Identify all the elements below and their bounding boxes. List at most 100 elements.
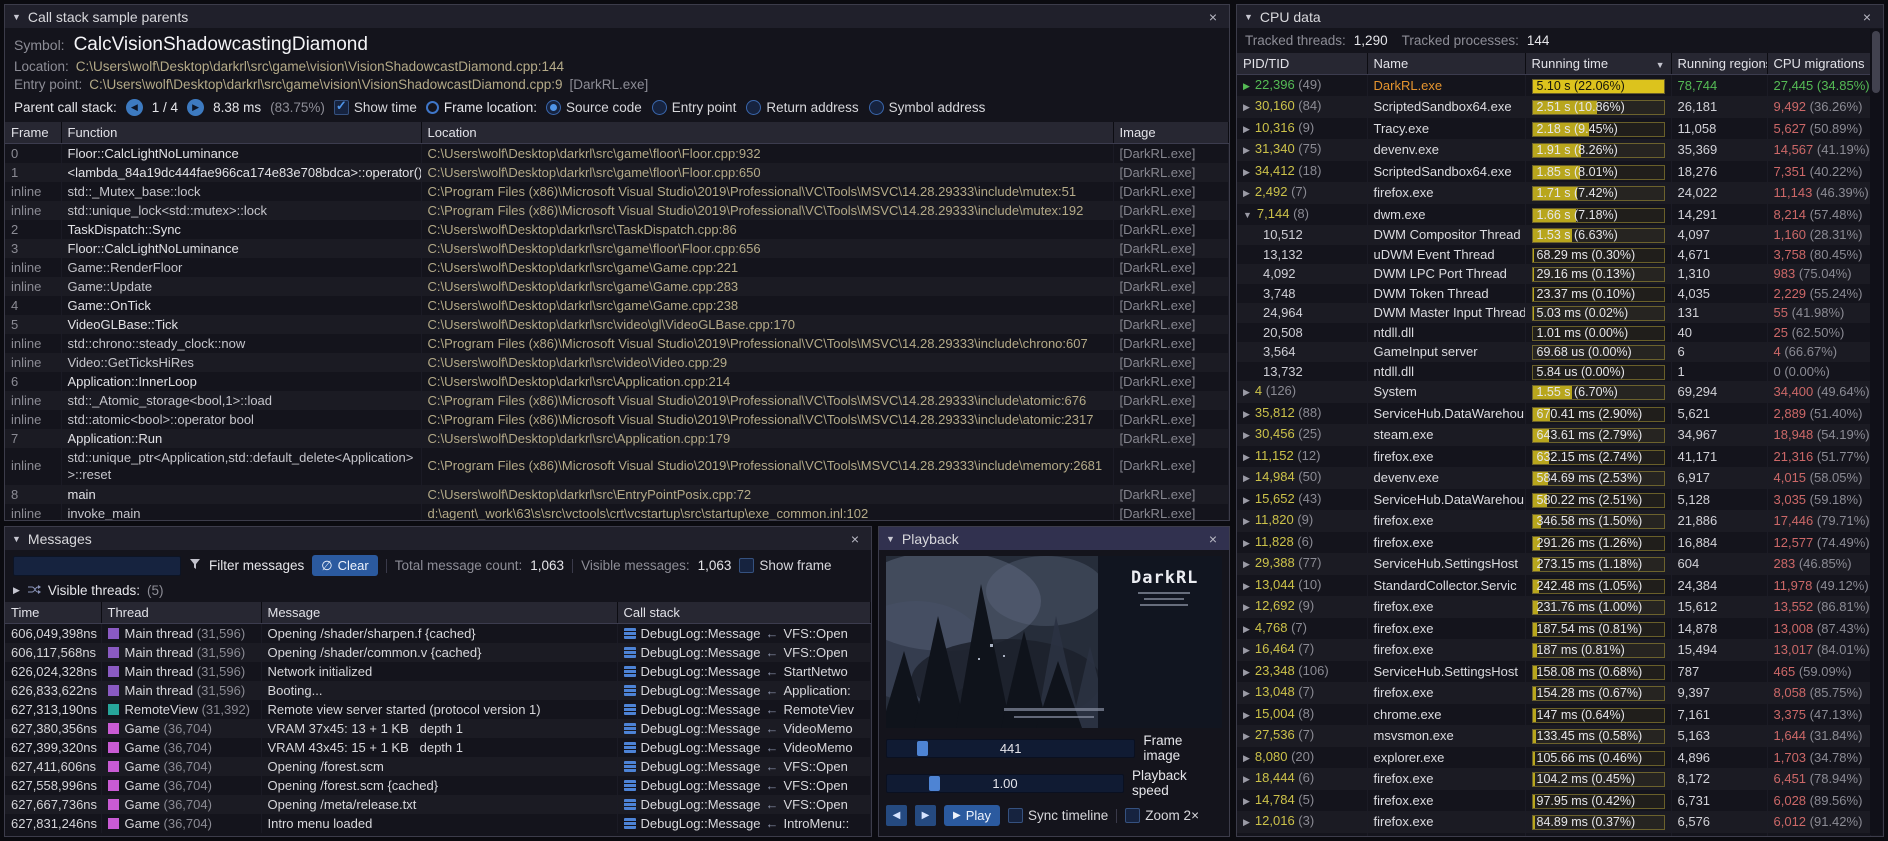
expand-arrow-icon[interactable]: ▶ xyxy=(1243,188,1250,198)
expand-arrow-icon[interactable]: ▶ xyxy=(1243,817,1250,827)
cpu-migrations-column-header[interactable]: CPU migrations xyxy=(1767,53,1871,74)
callstack-row[interactable]: inlinestd::_Atomic_storage<bool,1>::load… xyxy=(5,391,1229,410)
zoom-2x-checkbox[interactable]: Zoom 2× xyxy=(1125,808,1199,823)
expand-arrow-icon[interactable]: ▶ xyxy=(1243,430,1250,440)
cpu-row[interactable]: ▶35,812 (88)ServiceHub.DataWarehou670.41… xyxy=(1237,403,1871,425)
callstack-row[interactable]: inlinestd::unique_ptr<Application,std::d… xyxy=(5,448,1229,485)
expand-arrow-icon[interactable]: ▶ xyxy=(1243,473,1250,483)
callstack-row[interactable]: 5VideoGLBase::TickC:\Users\wolf\Desktop\… xyxy=(5,315,1229,334)
callstack-row[interactable]: inlineGame::RenderFloorC:\Users\wolf\Des… xyxy=(5,258,1229,277)
step-forward-button[interactable]: ▶ xyxy=(915,805,936,826)
message-row[interactable]: 606,117,568nsMain thread (31,596)Opening… xyxy=(5,643,871,662)
callstack-row[interactable]: 1<lambda_84a19dc444fae966ca174e83e708bdc… xyxy=(5,163,1229,182)
expand-arrow-icon[interactable]: ▶ xyxy=(1243,145,1250,155)
cpu-row[interactable]: ▶14,984 (50)devenv.exe584.69 ms (2.53%)6… xyxy=(1237,467,1871,489)
expand-arrow-icon[interactable]: ▶ xyxy=(1243,124,1250,134)
cpu-row[interactable]: ▶8,080 (20)explorer.exe105.66 ms (0.46%)… xyxy=(1237,747,1871,769)
name-column-header[interactable]: Name xyxy=(1367,53,1525,74)
cpu-row[interactable]: ▶16,464 (7)firefox.exe187 ms (0.81%)15,4… xyxy=(1237,639,1871,661)
message-row[interactable]: 627,380,356nsGame (36,704)VRAM 37x45: 13… xyxy=(5,719,871,738)
message-row[interactable]: 627,831,246nsGame (36,704)Intro menu loa… xyxy=(5,814,871,833)
cpu-row[interactable]: ▶23,348 (106)ServiceHub.SettingsHost158.… xyxy=(1237,661,1871,683)
pid-tid-column-header[interactable]: PID/TID xyxy=(1237,53,1367,74)
message-row[interactable]: 627,558,996nsGame (36,704)Opening /fores… xyxy=(5,776,871,795)
expand-arrow-icon[interactable]: ▶ xyxy=(1243,667,1250,677)
cpu-row[interactable]: 3,748DWM Token Thread23.37 ms (0.10%)4,0… xyxy=(1237,284,1871,304)
visible-threads-node[interactable]: ▶ Visible threads: (5) xyxy=(5,581,871,602)
expand-arrow-icon[interactable]: ▶ xyxy=(1243,796,1250,806)
playback-titlebar[interactable]: ▼ Playback × xyxy=(879,527,1229,550)
cpu-row[interactable]: ▶27,536 (7)msvsmon.exe133.45 ms (0.58%)5… xyxy=(1237,725,1871,747)
cpu-row[interactable]: ▶30,160 (84)ScriptedSandbox64.exe2.51 s … xyxy=(1237,96,1871,118)
cpu-row[interactable]: 3,564GameInput server69.68 us (0.00%)64 … xyxy=(1237,342,1871,362)
cpu-row[interactable]: ▶1,488 (10)csrss.exe83.74 ms (0.36%)3,65… xyxy=(1237,833,1871,838)
callstack-titlebar[interactable]: ▼ Call stack sample parents × xyxy=(5,5,1229,28)
radio-source-code[interactable]: Source code xyxy=(546,100,642,115)
expand-arrow-icon[interactable]: ▶ xyxy=(1243,731,1250,741)
callstack-row[interactable]: 7Application::RunC:\Users\wolf\Desktop\d… xyxy=(5,429,1229,448)
cpu-row[interactable]: ▶12,016 (3)firefox.exe84.89 ms (0.37%)6,… xyxy=(1237,811,1871,833)
callstack-row[interactable]: 0Floor::CalcLightNoLuminanceC:\Users\wol… xyxy=(5,143,1229,163)
cpu-scrollbar[interactable] xyxy=(1870,29,1882,835)
callstack-row[interactable]: inlineVideo::GetTicksHiResC:\Users\wolf\… xyxy=(5,353,1229,372)
expand-arrow-icon[interactable]: ▶ xyxy=(1243,710,1250,720)
messages-titlebar[interactable]: ▼ Messages × xyxy=(5,527,871,550)
cpu-row[interactable]: 20,508ntdll.dll1.01 ms (0.00%)4025 (62.5… xyxy=(1237,323,1871,343)
tree-collapsed-icon[interactable]: ▶ xyxy=(13,585,20,596)
close-icon[interactable]: × xyxy=(1204,531,1222,547)
prev-parent-button[interactable]: ◀ xyxy=(126,99,143,116)
message-row[interactable]: 627,667,736nsGame (36,704)Opening /meta/… xyxy=(5,795,871,814)
running-regions-column-header[interactable]: Running regions xyxy=(1671,53,1767,74)
show-time-checkbox[interactable]: ✓ Show time xyxy=(334,100,417,115)
radio-symbol-address[interactable]: Symbol address xyxy=(869,100,986,115)
message-row[interactable]: 626,024,328nsMain thread (31,596)Network… xyxy=(5,662,871,681)
callstack-row[interactable]: inlinestd::atomic<bool>::operator boolC:… xyxy=(5,410,1229,429)
callstack-row[interactable]: inlinestd::unique_lock<std::mutex>::lock… xyxy=(5,201,1229,220)
close-icon[interactable]: × xyxy=(1204,9,1222,25)
expand-arrow-icon[interactable]: ▶ xyxy=(1243,102,1250,112)
cpu-row[interactable]: ▶2,492 (7)firefox.exe1.71 s (7.42%)24,02… xyxy=(1237,182,1871,204)
running-time-column-header[interactable]: ▼Running time xyxy=(1525,53,1671,74)
close-icon[interactable]: × xyxy=(1858,9,1876,25)
cpu-row[interactable]: ▼7,144 (8)dwm.exe1.66 s (7.18%)14,2918,2… xyxy=(1237,204,1871,226)
cpu-row[interactable]: ▶14,784 (5)firefox.exe97.95 ms (0.42%)6,… xyxy=(1237,790,1871,812)
radio-entry-point[interactable]: Entry point xyxy=(652,100,737,115)
cpu-row[interactable]: ▶34,412 (18)ScriptedSandbox64.exe1.85 s … xyxy=(1237,161,1871,183)
cpu-row[interactable]: ▶11,828 (6)firefox.exe291.26 ms (1.26%)1… xyxy=(1237,532,1871,554)
expand-arrow-icon[interactable]: ▶ xyxy=(1243,581,1250,591)
collapse-arrow-icon[interactable]: ▼ xyxy=(886,534,895,544)
cpu-row[interactable]: 10,512DWM Compositor Thread1.53 s (6.63%… xyxy=(1237,225,1871,245)
cpu-row[interactable]: ▶4,768 (7)firefox.exe187.54 ms (0.81%)14… xyxy=(1237,618,1871,640)
cpu-row[interactable]: 4,092DWM LPC Port Thread29.16 ms (0.13%)… xyxy=(1237,264,1871,284)
expand-arrow-icon[interactable]: ▶ xyxy=(1243,559,1250,569)
cpu-row[interactable]: ▶11,152 (12)firefox.exe632.15 ms (2.74%)… xyxy=(1237,446,1871,468)
message-row[interactable]: 626,833,622nsMain thread (31,596)Booting… xyxy=(5,681,871,700)
cpu-row[interactable]: ▶15,004 (8)chrome.exe147 ms (0.64%)7,161… xyxy=(1237,704,1871,726)
message-row[interactable]: 627,399,320nsGame (36,704)VRAM 43x45: 15… xyxy=(5,738,871,757)
cpu-row[interactable]: ▶13,044 (10)StandardCollector.Servic242.… xyxy=(1237,575,1871,597)
playback-speed-slider[interactable]: 1.00 xyxy=(886,774,1124,793)
expand-arrow-icon[interactable]: ▶ xyxy=(1243,81,1250,91)
cpu-row[interactable]: 24,964DWM Master Input Thread5.03 ms (0.… xyxy=(1237,303,1871,323)
cpu-row[interactable]: ▶22,396 (49)DarkRL.exe5.10 s (22.06%)78,… xyxy=(1237,74,1871,96)
expand-arrow-icon[interactable]: ▶ xyxy=(1243,538,1250,548)
callstack-row[interactable]: inlineGame::UpdateC:\Users\wolf\Desktop\… xyxy=(5,277,1229,296)
expand-arrow-icon[interactable]: ▶ xyxy=(1243,495,1250,505)
message-row[interactable]: 627,411,606nsGame (36,704)Opening /fores… xyxy=(5,757,871,776)
next-parent-button[interactable]: ▶ xyxy=(187,99,204,116)
collapse-arrow-icon[interactable]: ▼ xyxy=(12,12,21,22)
callstack-row[interactable]: inlinestd::chrono::steady_clock::nowC:\P… xyxy=(5,334,1229,353)
expand-arrow-icon[interactable]: ▶ xyxy=(1243,624,1250,634)
callstack-row[interactable]: 8mainC:\Users\wolf\Desktop\darkrl\src\En… xyxy=(5,485,1229,504)
cpu-row[interactable]: ▶29,388 (77)ServiceHub.SettingsHost273.1… xyxy=(1237,553,1871,575)
step-back-button[interactable]: ◀ xyxy=(886,805,907,826)
show-frame-checkbox[interactable]: Show frame xyxy=(739,558,831,573)
expand-arrow-icon[interactable]: ▶ xyxy=(1243,688,1250,698)
cpu-row[interactable]: ▶15,652 (43)ServiceHub.DataWarehou580.22… xyxy=(1237,489,1871,511)
callstack-row[interactable]: 6Application::InnerLoopC:\Users\wolf\Des… xyxy=(5,372,1229,391)
cpu-row[interactable]: ▶31,340 (75)devenv.exe1.91 s (8.26%)35,3… xyxy=(1237,139,1871,161)
expand-arrow-icon[interactable]: ▶ xyxy=(1243,753,1250,763)
close-icon[interactable]: × xyxy=(846,531,864,547)
cpu-row[interactable]: 13,732ntdll.dll5.84 us (0.00%)10 (0.00%) xyxy=(1237,362,1871,382)
expand-arrow-icon[interactable]: ▶ xyxy=(1243,602,1250,612)
